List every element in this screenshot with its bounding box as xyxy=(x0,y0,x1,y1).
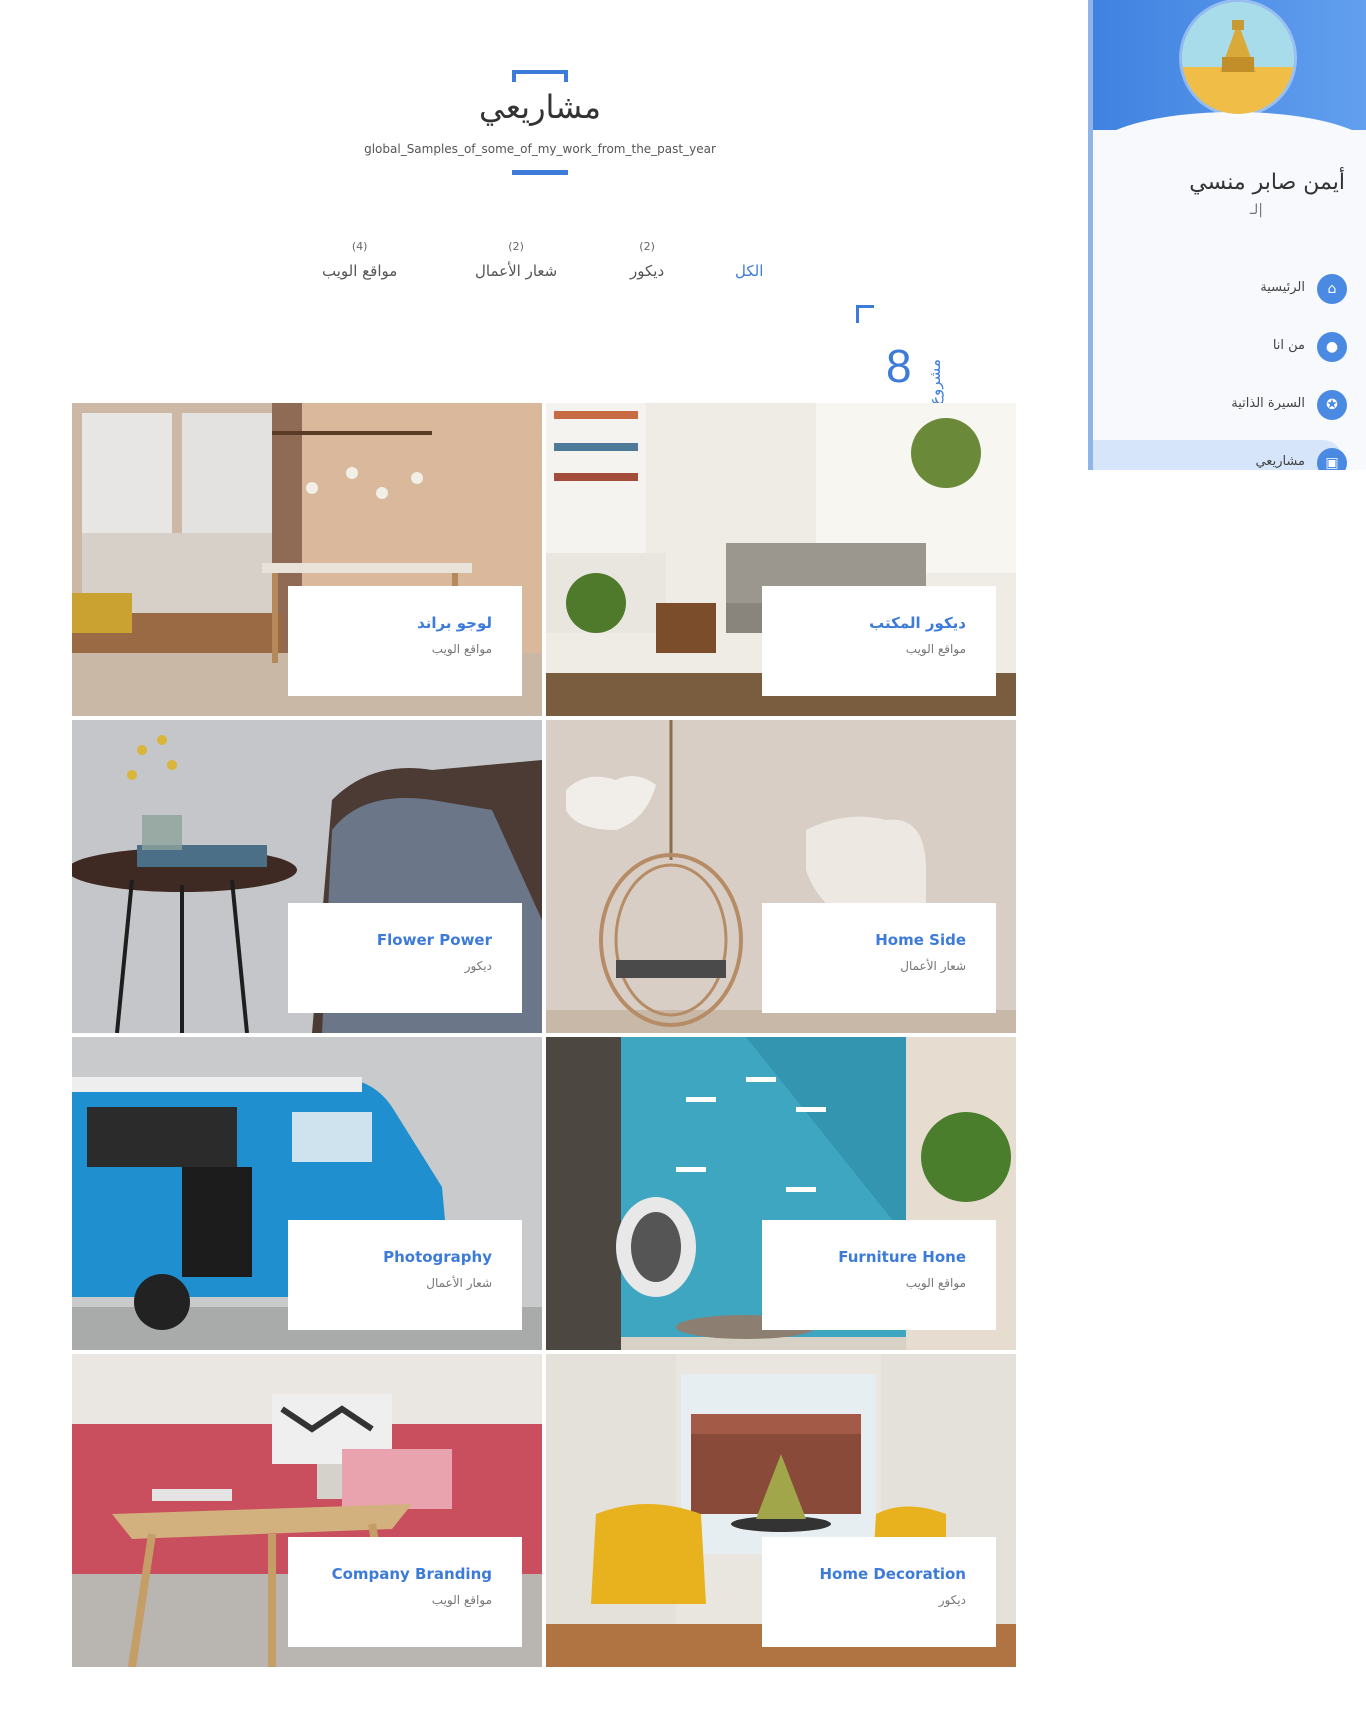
nav-label: الرئيسية xyxy=(1260,280,1305,295)
user-icon: ● xyxy=(1317,332,1347,362)
filter-count: (4) xyxy=(351,240,368,253)
project-title[interactable]: ديكور المكتب xyxy=(792,614,966,632)
project-card[interactable]: Furniture Hone مواقع الويب xyxy=(546,1037,1016,1350)
project-category: مواقع الويب xyxy=(905,642,966,656)
project-title[interactable]: Furniture Hone xyxy=(792,1248,966,1266)
filter-label: الكل xyxy=(735,262,764,280)
nav-label: من انا xyxy=(1272,338,1305,353)
counter-corner xyxy=(856,305,874,323)
filter-business-logo[interactable]: (2) شعار الأعمال xyxy=(475,240,557,280)
filter-count: (2) xyxy=(508,240,524,253)
project-caption: لوجو براند مواقع الويب xyxy=(288,586,522,696)
page-subtitle: global_Samples_of_some_of_my_work_from_t… xyxy=(364,142,716,156)
title-bracket-bottom xyxy=(512,170,568,175)
project-caption: Home Decoration ديكور xyxy=(762,1537,996,1647)
project-caption: Company Branding مواقع الويب xyxy=(288,1537,522,1647)
filter-label: مواقع الويب xyxy=(322,262,398,280)
project-title[interactable]: Company Branding xyxy=(318,1565,492,1583)
sidebar: أيمن صابر منسي لـ| ⌂ الرئيسية ● من انا ✪… xyxy=(1088,0,1366,470)
project-card[interactable]: Company Branding مواقع الويب xyxy=(72,1354,542,1667)
home-icon: ⌂ xyxy=(1317,274,1347,304)
portfolio-filters: الكل (2) ديكور (2) شعار الأعمال (4) مواق… xyxy=(300,240,780,300)
project-title[interactable]: Home Side xyxy=(792,931,966,949)
filter-decor[interactable]: (2) ديكور xyxy=(630,240,664,280)
project-category: ديكور xyxy=(464,959,492,973)
project-caption: Flower Power ديكور xyxy=(288,903,522,1013)
project-caption: ديكور المكتب مواقع الويب xyxy=(762,586,996,696)
project-caption: Photography شعار الأعمال xyxy=(288,1220,522,1330)
project-caption: Home Side شعار الأعمال xyxy=(762,903,996,1013)
nav-label: مشاريعي xyxy=(1255,454,1305,469)
profile-name: أيمن صابر منسي xyxy=(1189,170,1345,195)
project-card[interactable]: لوجو براند مواقع الويب xyxy=(72,403,542,716)
project-card[interactable]: Home Decoration ديكور xyxy=(546,1354,1016,1667)
filter-count xyxy=(735,240,763,256)
nav-item-about[interactable]: ● من انا xyxy=(1097,326,1347,366)
filter-all[interactable]: الكل xyxy=(735,240,763,280)
filter-label: شعار الأعمال xyxy=(475,262,558,280)
project-category: مواقع الويب xyxy=(905,1276,966,1290)
award-icon: ✪ xyxy=(1317,390,1347,420)
project-category: ديكور xyxy=(938,1593,966,1607)
nav-label: السيرة الذاتية xyxy=(1231,396,1305,411)
project-category: شعار الأعمال xyxy=(900,959,966,973)
nav-item-resume[interactable]: ✪ السيرة الذاتية xyxy=(1097,384,1347,424)
briefcase-icon: ▣ xyxy=(1317,448,1347,470)
project-card[interactable]: Photography شعار الأعمال xyxy=(72,1037,542,1350)
filter-websites[interactable]: (4) مواقع الويب xyxy=(322,240,397,280)
filter-label: ديكور xyxy=(630,262,665,280)
nav-item-home[interactable]: ⌂ الرئيسية xyxy=(1097,268,1347,308)
counter-number: 8 xyxy=(886,340,912,392)
project-card[interactable]: Home Side شعار الأعمال xyxy=(546,720,1016,1033)
project-card[interactable]: ديكور المكتب مواقع الويب xyxy=(546,403,1016,716)
title-bracket-top xyxy=(512,70,568,82)
project-category: مواقع الويب xyxy=(431,1593,492,1607)
pyramid-avatar-icon xyxy=(1182,2,1294,114)
project-title[interactable]: لوجو براند xyxy=(318,614,492,632)
project-title[interactable]: Home Decoration xyxy=(792,1565,966,1583)
project-caption: Furniture Hone مواقع الويب xyxy=(762,1220,996,1330)
avatar xyxy=(1182,2,1294,114)
project-category: مواقع الويب xyxy=(431,642,492,656)
project-card[interactable]: Flower Power ديكور xyxy=(72,720,542,1033)
project-category: شعار الأعمال xyxy=(426,1276,492,1290)
nav-item-projects[interactable]: ▣ مشاريعي xyxy=(1123,442,1366,470)
counter-label: مشروع xyxy=(926,359,944,405)
typing-text: لـ| xyxy=(1249,202,1263,218)
project-title[interactable]: Flower Power xyxy=(318,931,492,949)
page-title: مشاريعي xyxy=(479,88,601,126)
filter-count: (2) xyxy=(639,240,655,253)
project-title[interactable]: Photography xyxy=(318,1248,492,1266)
